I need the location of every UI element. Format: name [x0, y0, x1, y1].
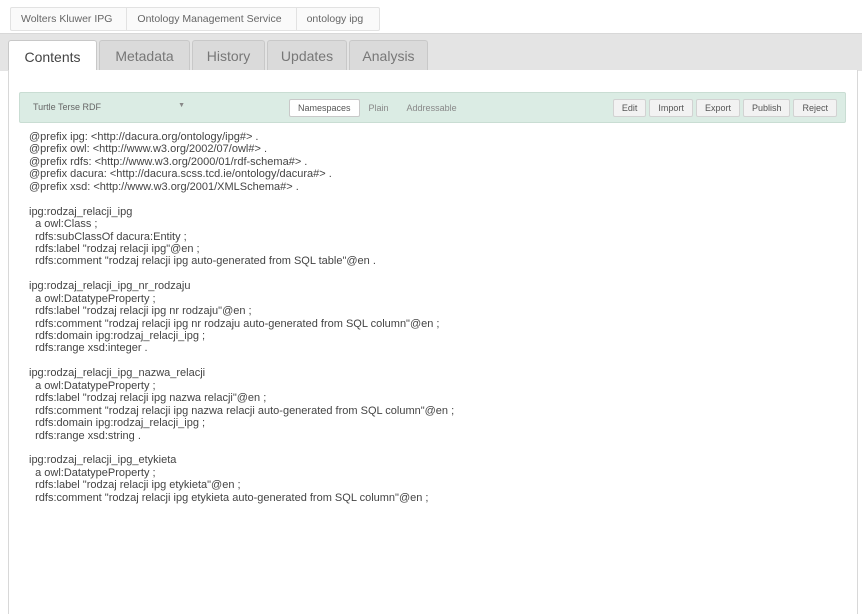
export-button[interactable]: Export	[695, 99, 740, 117]
tab-updates[interactable]: Updates	[267, 40, 347, 71]
code-line: rdfs:comment "rodzaj relacji ipg etykiet…	[29, 491, 429, 504]
code-line: ipg:rodzaj_relacji_ipg_nazwa_relacji	[29, 367, 206, 380]
code-line: a owl:DatatypeProperty ;	[29, 292, 156, 305]
ontology-toolbar: Turtle Terse RDF ▼ Namespaces Plain Addr…	[19, 92, 846, 123]
format-select-value: Turtle Terse RDF	[33, 102, 102, 112]
display-mode-group: Namespaces Plain Addressable	[289, 99, 466, 117]
code-line: rdfs:domain ipg:rodzaj_relacji_ipg ;	[29, 330, 206, 342]
code-line: rdfs:range xsd:integer .	[29, 342, 148, 355]
code-line: a owl:Class ;	[29, 218, 98, 231]
ontology-source-view[interactable]: @prefix ipg: <http://dacura.org/ontology…	[29, 131, 844, 504]
namespaces-mode-button[interactable]: Namespaces	[289, 99, 360, 117]
tab-analysis[interactable]: Analysis	[349, 40, 428, 71]
code-line: a owl:DatatypeProperty ;	[29, 466, 156, 479]
code-line: rdfs:label "rodzaj relacji ipg nazwa rel…	[29, 392, 267, 405]
code-line: rdfs:label "rodzaj relacji ipg etykieta"…	[29, 479, 241, 492]
code-line: rdfs:comment "rodzaj relacji ipg nazwa r…	[29, 404, 455, 417]
code-line: a owl:DatatypeProperty ;	[29, 379, 156, 392]
code-line: @prefix rdfs: <http://www.w3.org/2000/01…	[29, 155, 308, 168]
plain-mode-button[interactable]: Plain	[360, 99, 398, 117]
breadcrumb-item-service[interactable]: Ontology Management Service	[127, 8, 297, 30]
chevron-down-icon: ▼	[178, 102, 185, 109]
tab-contents[interactable]: Contents	[8, 40, 97, 72]
breadcrumb-item-publisher[interactable]: Wolters Kluwer IPG	[11, 8, 128, 30]
code-line: rdfs:range xsd:string .	[29, 429, 141, 442]
edit-button[interactable]: Edit	[612, 99, 647, 117]
code-line: rdfs:comment "rodzaj relacji ipg auto-ge…	[29, 255, 376, 268]
breadcrumb-item-ontology[interactable]: ontology ipg	[297, 8, 380, 30]
code-line: @prefix dacura: <http://dacura.scss.tcd.…	[29, 168, 332, 181]
code-line: rdfs:label "rodzaj relacji ipg"@en ;	[29, 242, 200, 255]
publish-button[interactable]: Publish	[742, 99, 791, 117]
code-line: rdfs:domain ipg:rodzaj_relacji_ipg ;	[29, 417, 206, 430]
format-select[interactable]: Turtle Terse RDF ▼	[33, 99, 185, 115]
code-line: @prefix ipg: <http://dacura.org/ontology…	[29, 131, 259, 143]
reject-button[interactable]: Reject	[793, 99, 837, 117]
code-line: rdfs:label "rodzaj relacji ipg nr rodzaj…	[29, 305, 252, 318]
import-button[interactable]: Import	[649, 99, 693, 117]
tab-history[interactable]: History	[192, 40, 265, 71]
code-line: rdfs:subClassOf dacura:Entity ;	[29, 230, 187, 243]
breadcrumb: Wolters Kluwer IPG Ontology Management S…	[10, 7, 381, 31]
code-line: rdfs:comment "rodzaj relacji ipg nr rodz…	[29, 317, 440, 330]
tab-bar: Contents Metadata History Updates Analys…	[0, 33, 862, 72]
addressable-mode-button[interactable]: Addressable	[398, 99, 466, 117]
tab-metadata[interactable]: Metadata	[99, 40, 190, 71]
code-line: ipg:rodzaj_relacji_ipg_nr_rodzaju	[29, 280, 191, 293]
code-line: @prefix xsd: <http://www.w3.org/2001/XML…	[29, 180, 299, 193]
code-line: @prefix owl: <http://www.w3.org/2002/07/…	[29, 143, 268, 156]
code-line: ipg:rodzaj_relacji_ipg_etykieta	[29, 454, 177, 467]
code-line: ipg:rodzaj_relacji_ipg	[29, 205, 133, 218]
action-button-group: Edit Import Export Publish Reject	[610, 99, 837, 117]
